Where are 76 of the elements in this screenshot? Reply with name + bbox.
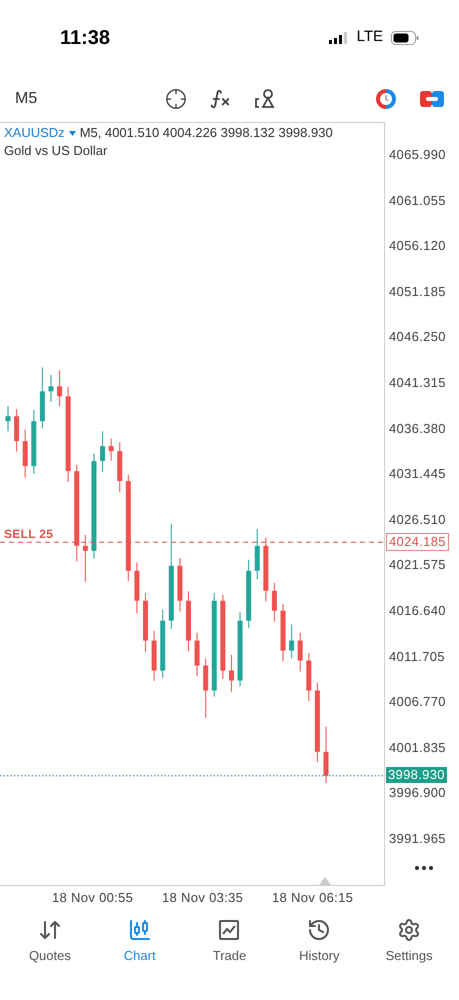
candle	[143, 592, 148, 653]
candle	[160, 609, 166, 679]
candle	[177, 557, 182, 612]
candle	[82, 534, 88, 582]
price-tag: 3998.930	[386, 766, 447, 783]
history-icon	[307, 918, 332, 942]
candle	[228, 654, 234, 692]
crosshair-icon[interactable]	[165, 88, 187, 110]
price-tick: 4031.445	[389, 466, 446, 482]
candle	[100, 430, 106, 472]
order-label: SELL 25	[4, 526, 54, 544]
more-icon[interactable]	[415, 866, 433, 870]
time-tick: 18 Nov 00:55	[52, 890, 134, 905]
tab[interactable]: Settings	[364, 918, 454, 966]
tab[interactable]: History	[274, 918, 364, 966]
caret-icon[interactable]	[68, 130, 76, 136]
clock-ring-icon[interactable]	[374, 86, 398, 110]
symbol-description: Gold vs US Dollar	[4, 142, 108, 159]
candle	[272, 582, 277, 622]
price-tick: 4056.120	[389, 238, 446, 254]
candle	[31, 409, 36, 474]
candle	[289, 624, 294, 660]
candle	[48, 374, 54, 402]
price-tick: 4061.055	[389, 192, 446, 208]
time-tick: 18 Nov 06:15	[272, 890, 354, 905]
candle	[203, 658, 208, 718]
candle	[152, 630, 157, 682]
candle	[117, 442, 122, 493]
line-chart-icon	[217, 918, 242, 942]
price-tick: 4041.315	[389, 374, 446, 391]
candle	[324, 726, 328, 784]
candle	[22, 428, 28, 478]
price-tick: 4001.835	[389, 740, 446, 756]
candle	[263, 537, 268, 602]
tab[interactable]: Quotes	[5, 918, 95, 966]
price-tick: 4006.770	[389, 694, 446, 710]
price-tick: 3991.965	[389, 831, 446, 848]
arrows-up-down-icon	[38, 918, 62, 942]
price-tick: 3996.900	[389, 785, 446, 802]
quote-text: M5, 4001.510 4004.226 3998.132 3998.930	[80, 124, 333, 142]
price-tick: 4011.705	[389, 648, 445, 665]
shapes-icon[interactable]	[253, 86, 277, 110]
candlestick-icon	[128, 918, 152, 942]
symbol-label[interactable]: XAUUSDz	[4, 124, 65, 142]
candle	[134, 562, 140, 614]
price-tick: 4021.575	[389, 557, 446, 574]
candle	[194, 632, 200, 677]
candle	[280, 604, 286, 662]
time-tick: 18 Nov 03:35	[162, 890, 244, 905]
candle	[254, 528, 260, 580]
network-label: LTE	[356, 27, 383, 48]
tab[interactable]: Trade	[184, 918, 274, 966]
candle	[57, 370, 62, 407]
candle	[40, 366, 45, 429]
candle	[298, 632, 303, 672]
price-tick: 4065.990	[389, 146, 446, 163]
candle	[246, 559, 252, 629]
price-tick: 4046.250	[389, 329, 446, 346]
toggle-icon[interactable]	[420, 88, 444, 108]
timeframe-label[interactable]: M5	[15, 86, 165, 110]
price-tick: 4026.510	[389, 512, 446, 528]
candle	[306, 652, 312, 702]
price-tick: 4016.640	[389, 603, 446, 620]
candle	[186, 590, 191, 652]
function-icon[interactable]	[209, 88, 231, 110]
signal-icon	[328, 32, 349, 44]
tab[interactable]: Chart	[94, 918, 185, 966]
battery-icon	[391, 30, 419, 44]
candle	[14, 408, 20, 452]
clock-time: 11:38	[60, 26, 110, 50]
candle	[108, 438, 114, 462]
settings-icon	[397, 918, 422, 942]
price-tick: 4051.185	[389, 284, 446, 300]
price-tag: 4024.185	[386, 533, 449, 552]
candle	[6, 406, 10, 432]
price-tick: 4036.380	[389, 420, 446, 437]
